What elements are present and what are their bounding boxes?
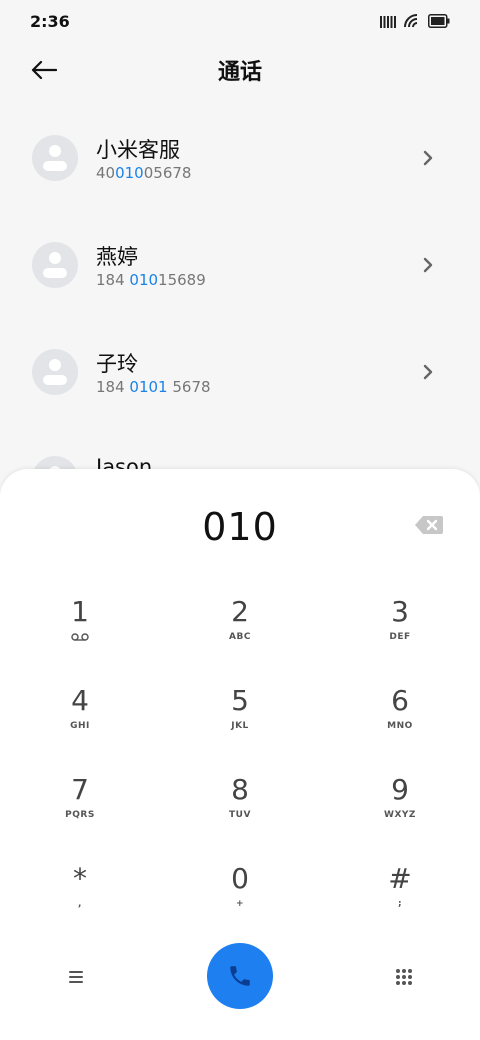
key-2[interactable]: 2 ABC [180,595,300,675]
dialer-bottom-bar [0,943,480,1011]
status-time: 2:36 [30,11,70,31]
key-letters: PQRS [65,810,95,820]
key-letters: MNO [387,721,413,731]
key-3[interactable]: 3 DEF [340,595,460,675]
contact-number: 184 0101 5678 [96,378,211,396]
key-digit: 9 [391,773,409,806]
key-digit: 3 [391,595,409,628]
key-digit: 1 [71,595,89,628]
chevron-right-icon [423,257,433,273]
key-9[interactable]: 9 WXYZ [340,773,460,853]
header: 通话 [0,42,480,98]
key-8[interactable]: 8 TUV [180,773,300,853]
key-digit: 8 [231,773,249,806]
key-letters: TUV [229,810,251,820]
dialer-panel: 010 1 2 ABC 3 DEF 4 GHI 5 JKL 6 MNO 7 PQ… [0,469,480,1040]
contact-row[interactable]: 燕婷 184 01015689 [0,211,480,318]
contact-name: 子玲 [96,352,138,376]
key-digit: * [73,862,87,895]
voicemail-icon [71,633,89,641]
keypad-toggle-button[interactable] [388,961,420,993]
phone-icon [230,966,250,986]
key-letters: GHI [70,721,90,731]
key-6[interactable]: 6 MNO [340,684,460,764]
contact-number: 184 01015689 [96,271,206,289]
contact-list: 小米客服 4001005678 燕婷 184 01015689 子玲 184 0… [0,104,480,532]
backspace-icon[interactable] [414,513,444,537]
key-letters: ABC [229,632,251,642]
key-digit: # [388,862,412,895]
contact-row[interactable]: 小米客服 4001005678 [0,104,480,211]
key-digit: 6 [391,684,409,717]
key-star[interactable]: * , [20,862,140,942]
key-digit: 7 [71,773,89,806]
signal-icon [380,16,396,28]
key-4[interactable]: 4 GHI [20,684,140,764]
contact-name: 小米客服 [96,138,180,162]
key-letters: ; [397,899,403,909]
key-letters: + [235,899,245,909]
menu-button[interactable] [60,961,92,993]
avatar [32,242,78,288]
key-7[interactable]: 7 PQRS [20,773,140,853]
page-title: 通话 [217,60,262,85]
avatar [32,349,78,395]
battery-icon [428,14,450,28]
chevron-right-icon [423,364,433,380]
key-letters: WXYZ [384,810,416,820]
key-0[interactable]: 0 + [180,862,300,942]
key-digit: 5 [231,684,249,717]
avatar [32,135,78,181]
key-hash[interactable]: # ; [340,862,460,942]
contact-row[interactable]: 子玲 184 0101 5678 [0,318,480,425]
key-letters: , [78,899,82,909]
dialpad-icon [396,969,412,985]
wifi-icon [404,14,418,28]
key-1[interactable]: 1 [20,595,140,675]
contact-name: 燕婷 [96,245,138,269]
key-letters: DEF [389,632,411,642]
menu-icon [69,971,83,983]
chevron-right-icon [423,150,433,166]
dialed-number: 010 [202,505,278,549]
status-bar: 2:36 [0,0,480,42]
call-button[interactable] [207,943,273,1009]
key-digit: 2 [231,595,249,628]
status-icons [380,14,450,28]
key-letters: JKL [231,721,249,731]
key-5[interactable]: 5 JKL [180,684,300,764]
contact-number: 4001005678 [96,164,192,182]
key-digit: 4 [71,684,89,717]
key-digit: 0 [231,862,249,895]
